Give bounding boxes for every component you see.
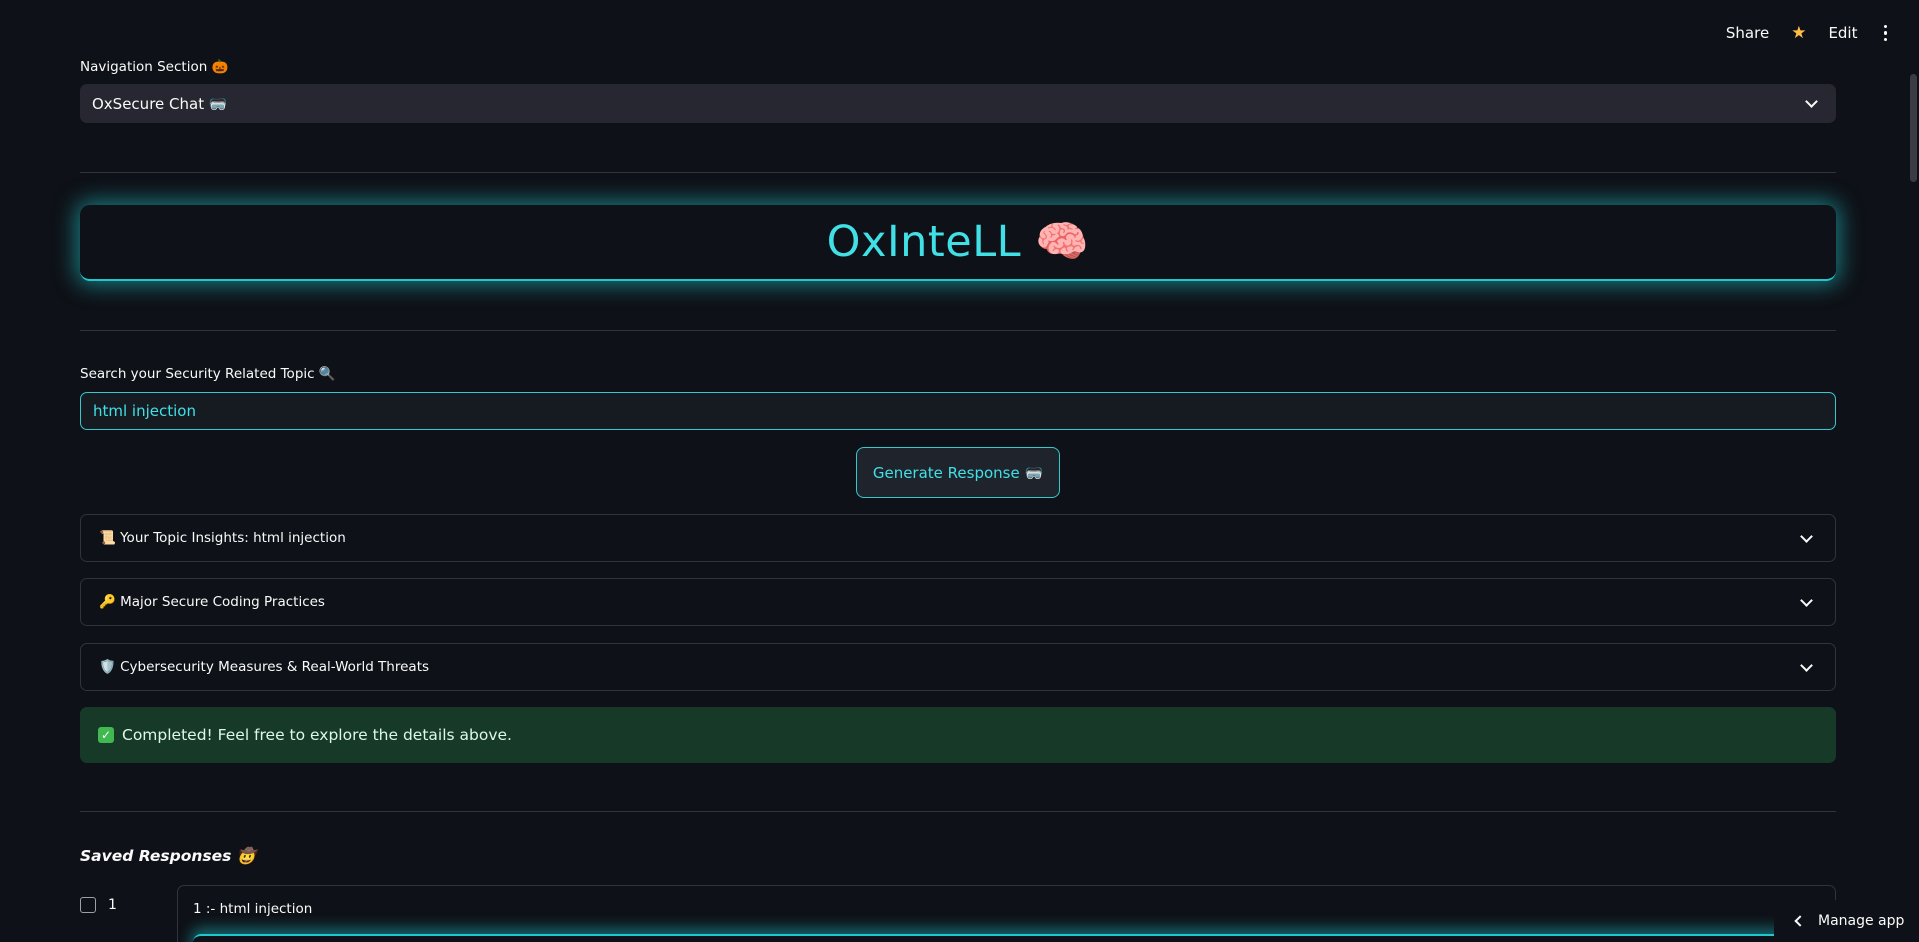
navigation-selected-value: OxSecure Chat 🥽 (92, 94, 228, 113)
divider (80, 330, 1836, 331)
expander-cybersecurity-measures[interactable]: 🛡️ Cybersecurity Measures & Real-World T… (80, 643, 1836, 691)
title-banner: OxInteLL 🧠 (80, 205, 1836, 281)
saved-responses-title: Saved Responses 🤠 (80, 847, 257, 865)
chevron-down-icon (1800, 593, 1813, 607)
expander-secure-coding[interactable]: 🔑 Major Secure Coding Practices (80, 578, 1836, 626)
edit-button[interactable]: Edit (1828, 24, 1857, 42)
app-title: OxInteLL 🧠 (826, 217, 1090, 267)
manage-app-label: Manage app (1818, 913, 1905, 929)
scrollbar[interactable] (1907, 0, 1919, 942)
app-page: Share ★ Edit Navigation Section 🎃 OxSecu… (0, 0, 1919, 942)
top-toolbar: Share ★ Edit (1726, 20, 1891, 46)
chevron-down-icon (1805, 95, 1818, 108)
search-input[interactable] (80, 392, 1836, 430)
search-label: Search your Security Related Topic 🔍 (80, 366, 336, 382)
navigation-select[interactable]: OxSecure Chat 🥽 (80, 84, 1836, 123)
manage-app-button[interactable]: Manage app (1774, 900, 1919, 942)
saved-response-card: 1 :- html injection (177, 885, 1836, 942)
scrollbar-thumb[interactable] (1910, 74, 1917, 182)
saved-item-checkbox[interactable] (80, 897, 96, 913)
chevron-left-icon (1794, 915, 1806, 927)
navigation-label: Navigation Section 🎃 (80, 59, 229, 75)
saved-response-title: 1 :- html injection (193, 901, 313, 917)
expander-label: 🛡️ Cybersecurity Measures & Real-World T… (99, 659, 430, 675)
divider (80, 172, 1836, 173)
star-icon[interactable]: ★ (1791, 24, 1806, 42)
expander-topic-insights[interactable]: 📜 Your Topic Insights: html injection (80, 514, 1836, 562)
share-button[interactable]: Share (1726, 24, 1769, 42)
expander-label: 📜 Your Topic Insights: html injection (99, 530, 346, 546)
saved-response-banner (193, 934, 1835, 942)
chevron-down-icon (1800, 658, 1813, 672)
success-alert: ✓ Completed! Feel free to explore the de… (80, 707, 1836, 763)
divider (80, 811, 1836, 812)
expander-label: 🔑 Major Secure Coding Practices (99, 594, 325, 610)
kebab-menu-icon[interactable] (1880, 24, 1892, 42)
success-message: Completed! Feel free to explore the deta… (122, 726, 512, 744)
saved-item-checkbox-row[interactable]: 1 (80, 897, 117, 913)
chevron-down-icon (1800, 529, 1813, 543)
saved-item-checkbox-label: 1 (108, 897, 117, 913)
generate-response-button[interactable]: Generate Response 🥽 (856, 447, 1060, 498)
check-icon: ✓ (98, 727, 114, 743)
